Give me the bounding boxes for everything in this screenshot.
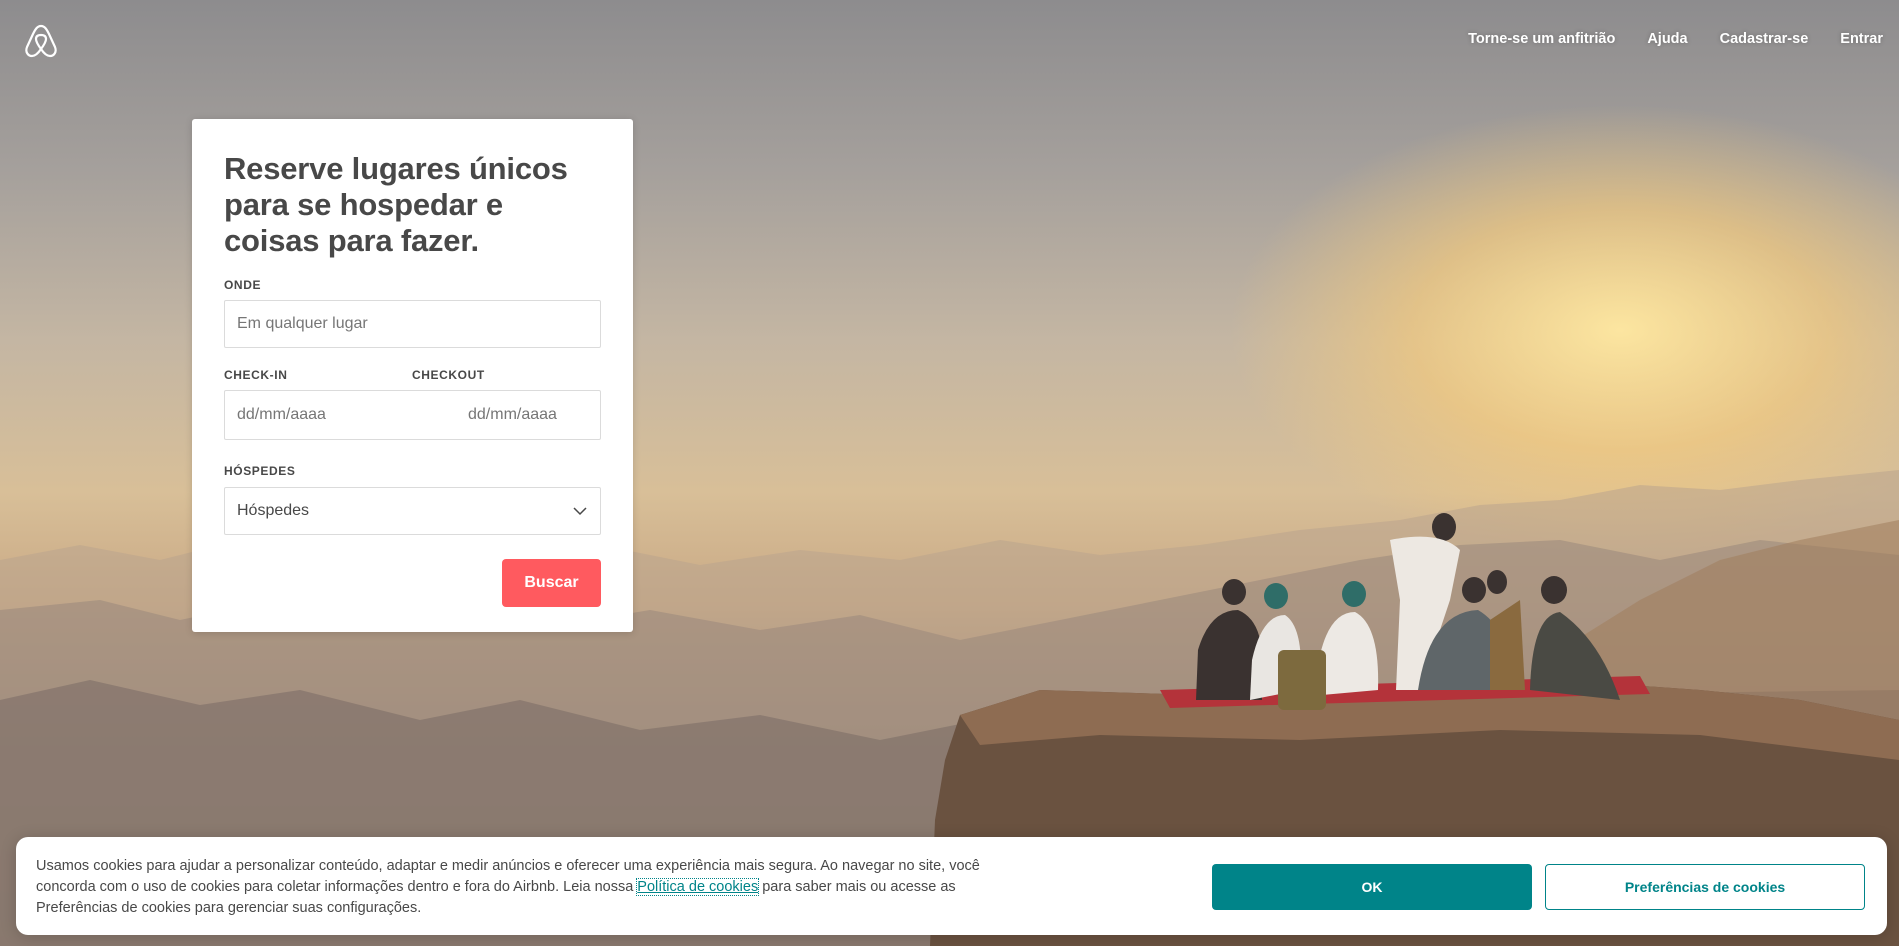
cookie-preferences-button[interactable]: Preferências de cookies [1545,864,1865,910]
chevron-down-icon [573,507,587,516]
cookie-text: Usamos cookies para ajudar a personaliza… [36,856,1036,919]
where-input[interactable] [224,300,601,348]
cookie-policy-link[interactable]: Política de cookies [636,878,760,896]
checkin-input[interactable] [225,391,456,439]
nav-login-link[interactable]: Entrar [1824,28,1899,50]
guests-label: HÓSPEDES [224,464,296,478]
guests-select[interactable]: Hóspedes [224,487,601,535]
search-card: Reserve lugares únicos para se hospedar … [192,119,687,632]
where-label: ONDE [224,278,262,292]
cookie-banner: Usamos cookies para ajudar a personaliza… [16,837,1887,935]
checkout-input[interactable] [456,391,687,439]
search-button[interactable]: Buscar [502,559,601,607]
guests-select-value: Hóspedes [237,502,310,519]
airbnb-logo-icon[interactable] [24,22,58,58]
cookie-ok-button[interactable]: OK [1212,864,1532,910]
top-nav: Torne-se um anfitrião Ajuda Cadastrar-se… [1452,28,1899,50]
checkout-label: CHECKOUT [412,368,485,382]
checkin-label: CHECK-IN [224,368,288,382]
nav-help-link[interactable]: Ajuda [1631,28,1703,50]
nav-become-host-link[interactable]: Torne-se um anfitrião [1452,28,1631,50]
date-range-fields [224,390,687,440]
search-title: Reserve lugares únicos para se hospedar … [224,151,568,258]
nav-signup-link[interactable]: Cadastrar-se [1704,28,1825,50]
